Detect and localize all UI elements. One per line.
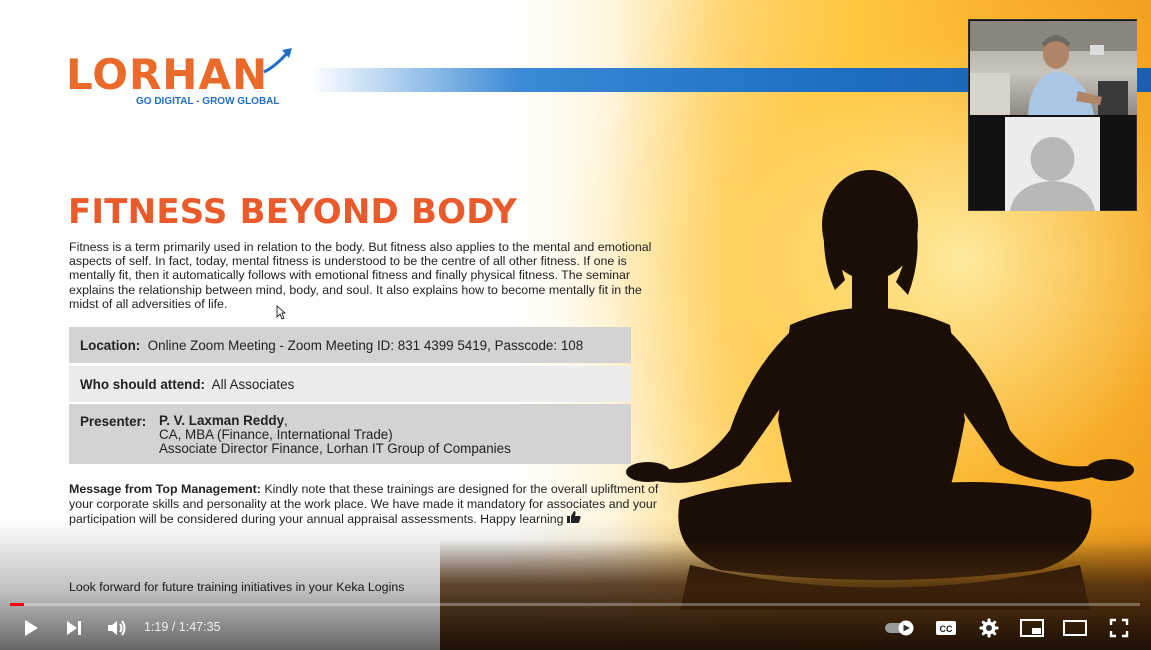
presenter-role: Associate Director Finance, Lorhan IT Gr… [159,441,511,456]
presenter-webcam-video [970,21,1137,115]
logo-tagline: GO DIGITAL - GROW GLOBAL [136,96,280,107]
intro-paragraph: Fitness is a term primarily used in rela… [69,240,652,311]
presenter-qualifications: CA, MBA (Finance, International Trade) [159,427,393,442]
attendees-box: Who should attend: All Associates [69,366,631,402]
mouse-cursor-icon [276,305,286,320]
current-time: 1:19 [144,620,169,634]
settings-icon [979,618,999,638]
thumbs-up-icon [566,511,581,524]
footer-note: Look forward for future training initiat… [69,580,405,594]
logo-arrow-icon [263,48,292,74]
presenter-name-suffix: , [284,413,288,428]
company-logo: LORHAN GO DIGITAL - GROW GLOBAL [66,46,296,110]
autoplay-toggle[interactable] [882,610,918,646]
settings-button[interactable] [971,610,1007,646]
fullscreen-button[interactable] [1101,610,1137,646]
location-label: Location: [80,338,141,353]
presenter-label: Presenter: [80,414,147,429]
slide-title: FITNESS BEYOND BODY [68,192,517,232]
play-icon [25,620,38,636]
message-label: Message from Top Management: [69,482,261,496]
management-message: Message from Top Management: Kindly note… [69,482,659,527]
autoplay-toggle-icon [885,620,914,636]
next-icon [67,621,81,635]
progress-bar[interactable] [10,603,1140,606]
next-button[interactable] [56,610,92,646]
location-value: Online Zoom Meeting - Zoom Meeting ID: 8… [147,338,584,353]
volume-button[interactable] [99,610,135,646]
progress-played [10,603,24,606]
attend-label: Who should attend: [80,377,205,392]
participant-avatar [1005,117,1100,211]
volume-icon [108,620,126,636]
play-button[interactable] [13,610,49,646]
miniplayer-button[interactable] [1014,610,1050,646]
theater-mode-button[interactable] [1057,610,1093,646]
duration: 1:47:35 [178,620,221,634]
presenter-name: P. V. Laxman Reddy [159,413,285,428]
time-display: 1:19 / 1:47:35 [144,620,220,634]
presenter-details: P. V. Laxman Reddy, CA, MBA (Finance, In… [159,414,511,456]
presenter-box: Presenter: P. V. Laxman Reddy, CA, MBA (… [69,404,631,464]
attend-value: All Associates [211,377,295,392]
svg-text:CC: CC [940,624,953,634]
miniplayer-icon [1020,619,1044,637]
presenter-webcam-image [970,21,1137,115]
player-controls: 1:19 / 1:47:35 CC [0,610,1151,646]
time-separator: / [168,620,179,634]
captions-icon: CC [936,621,956,635]
video-player[interactable]: LORHAN GO DIGITAL - GROW GLOBAL FITNESS … [0,0,1151,650]
location-box: Location: Online Zoom Meeting - Zoom Mee… [69,327,631,363]
theater-mode-icon [1063,620,1087,636]
webcam-panel [968,19,1137,211]
fullscreen-icon [1109,618,1129,638]
logo-wordmark: LORHAN [66,50,269,99]
captions-button[interactable]: CC [928,610,964,646]
default-avatar-icon [1010,137,1095,211]
